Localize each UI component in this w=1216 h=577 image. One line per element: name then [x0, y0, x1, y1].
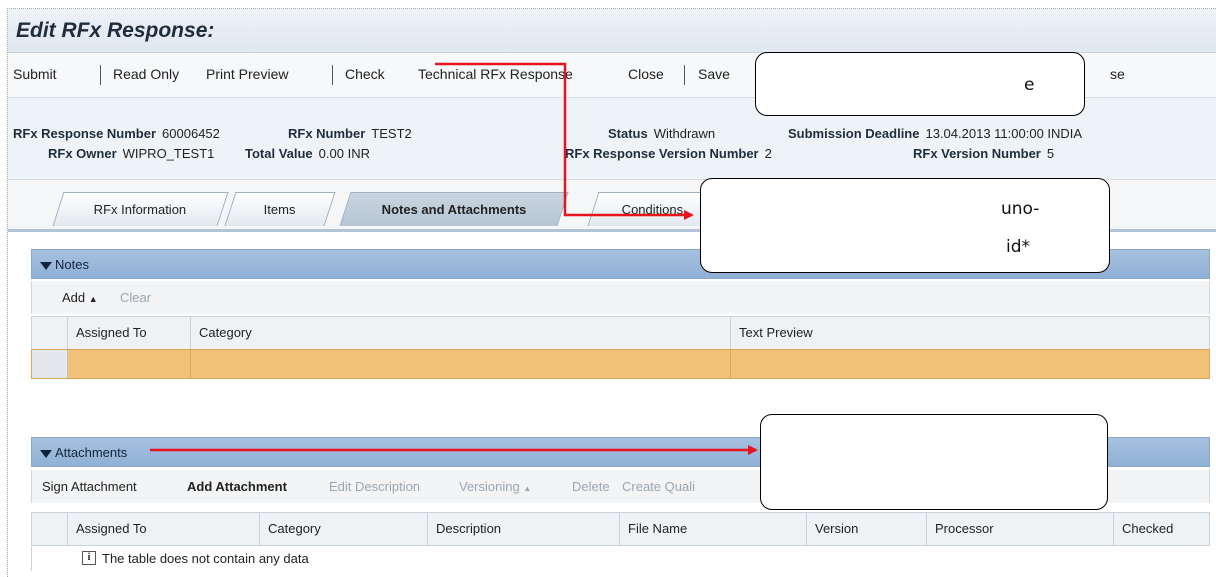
row-selector-header — [32, 513, 68, 545]
clear-button[interactable]: Clear — [120, 290, 151, 305]
callout-1-text: e — [1024, 75, 1035, 95]
notes-title: Notes — [40, 257, 89, 272]
rfx-response-number-field: RFx Response Number 60006452 — [13, 126, 220, 141]
column-header[interactable]: Text Preview — [731, 317, 1209, 349]
row-selector-header — [32, 317, 68, 349]
callout-2-line-2: id* — [1006, 237, 1031, 257]
rfx-number-field: RFx Number TEST2 — [288, 126, 412, 141]
column-header[interactable]: Assigned To — [68, 317, 191, 349]
column-header[interactable]: Category — [260, 513, 428, 545]
annotation-callout-3 — [760, 414, 1108, 510]
edit-description-button[interactable]: Edit Description — [329, 479, 420, 494]
sign-attachment-button[interactable]: Sign Attachment — [42, 479, 137, 494]
collapse-triangle-icon — [40, 449, 52, 458]
check-button[interactable]: Check — [345, 66, 385, 82]
tab-notes-and-attachments[interactable]: Notes and Attachments — [339, 192, 569, 226]
tab-rfx-information[interactable]: RFx Information — [52, 192, 229, 226]
save-button[interactable]: Save — [698, 66, 730, 82]
column-header[interactable]: Checked — [1114, 513, 1209, 545]
page-title: Edit RFx Response: — [16, 19, 215, 42]
callout-2-line-1: uno- — [1001, 199, 1040, 219]
table-cell — [68, 350, 191, 378]
status-field: Status Withdrawn — [608, 126, 716, 141]
dropdown-triangle-icon: ▲ — [88, 294, 98, 304]
annotation-callout-2: uno- id* — [700, 178, 1110, 273]
toolbar-separator — [332, 65, 333, 85]
column-header[interactable]: Description — [428, 513, 620, 545]
delete-button[interactable]: Delete — [572, 479, 610, 494]
close-button[interactable]: Close — [628, 66, 664, 82]
toolbar-trailing-button[interactable]: se — [1110, 66, 1125, 82]
toolbar-separator — [684, 65, 685, 85]
title-bar: Edit RFx Response: — [8, 9, 1216, 53]
empty-table-message: The table does not contain any data — [102, 551, 309, 566]
notes-table-header: Assigned To Category Text Preview — [31, 316, 1210, 350]
print-preview-button[interactable]: Print Preview — [206, 66, 288, 82]
submit-button[interactable]: Submit — [13, 66, 57, 82]
column-header[interactable]: Assigned To — [68, 513, 260, 545]
table-row[interactable] — [31, 349, 1210, 379]
column-header[interactable]: Category — [191, 317, 731, 349]
row-selector[interactable] — [32, 350, 68, 378]
table-cell — [191, 350, 731, 378]
column-header[interactable]: Version — [807, 513, 927, 545]
annotation-callout-1: e — [755, 52, 1085, 116]
read-only-button[interactable]: Read Only — [113, 66, 179, 82]
add-attachment-button[interactable]: Add Attachment — [187, 479, 287, 494]
rfx-version-field: RFx Version Number 5 — [913, 146, 1055, 161]
rfx-owner-field: RFx Owner WIPRO_TEST1 — [48, 146, 215, 161]
empty-table-message-row: i The table does not contain any data — [31, 547, 1210, 571]
column-header[interactable]: Processor — [927, 513, 1114, 545]
tab-conditions[interactable]: Conditions — [587, 192, 719, 226]
collapse-triangle-icon — [40, 261, 52, 270]
attachments-title: Attachments — [40, 445, 127, 460]
add-note-button[interactable]: Add ▲ — [62, 290, 98, 305]
versioning-button[interactable]: Versioning ▲ — [459, 479, 531, 494]
technical-rfx-response-button[interactable]: Technical RFx Response — [418, 66, 573, 82]
submission-deadline-field: Submission Deadline 13.04.2013 11:00:00 I… — [788, 126, 1083, 141]
notes-toolbar: Add ▲ Clear — [31, 281, 1210, 314]
total-value-field: Total Value 0.00 INR — [245, 146, 370, 161]
attachments-table-header: Assigned To Category Description File Na… — [31, 512, 1210, 546]
info-icon: i — [82, 551, 96, 565]
create-qualified-button[interactable]: Create Quali — [622, 479, 695, 494]
rfx-response-version-field: RFx Response Version Number 2 — [565, 146, 772, 161]
dropdown-triangle-icon: ▲ — [523, 484, 532, 493]
column-header[interactable]: File Name — [620, 513, 807, 545]
tab-items[interactable]: Items — [224, 192, 336, 226]
toolbar-separator — [100, 65, 101, 85]
